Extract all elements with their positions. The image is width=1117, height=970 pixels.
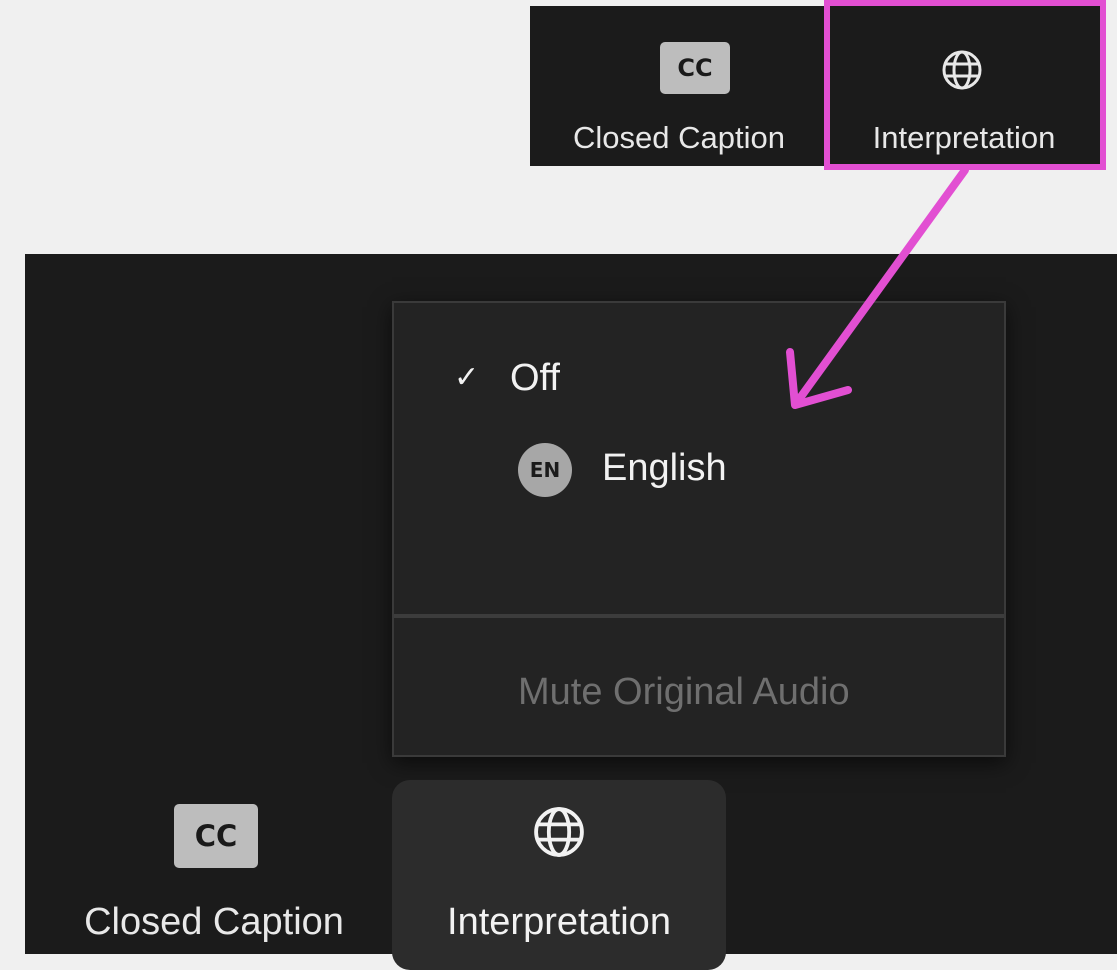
checkmark-icon: ✓ bbox=[454, 361, 480, 394]
closed-caption-button-small[interactable]: CC Closed Caption bbox=[548, 6, 810, 166]
menu-item-english-label: English bbox=[602, 447, 727, 490]
globe-icon bbox=[534, 807, 584, 857]
interpretation-button[interactable]: Interpretation bbox=[392, 780, 726, 970]
closed-caption-label: Closed Caption bbox=[84, 901, 344, 943]
language-badge-en: EN bbox=[518, 443, 572, 497]
menu-item-off-label: Off bbox=[510, 357, 560, 399]
closed-caption-icon: CC bbox=[174, 804, 258, 868]
menu-item-off[interactable]: ✓ Off bbox=[454, 355, 560, 401]
closed-caption-icon: CC bbox=[660, 42, 730, 94]
highlight-box bbox=[824, 0, 1106, 170]
closed-caption-label: Closed Caption bbox=[573, 120, 785, 155]
menu-item-english[interactable]: EN English bbox=[518, 443, 727, 497]
menu-divider bbox=[394, 614, 1004, 618]
interpretation-menu: ✓ Off EN English Mute Original Audio bbox=[392, 301, 1006, 757]
interpretation-label: Interpretation bbox=[447, 901, 671, 943]
mute-original-audio-item[interactable]: Mute Original Audio bbox=[518, 669, 850, 715]
closed-caption-button[interactable]: CC Closed Caption bbox=[40, 780, 388, 954]
